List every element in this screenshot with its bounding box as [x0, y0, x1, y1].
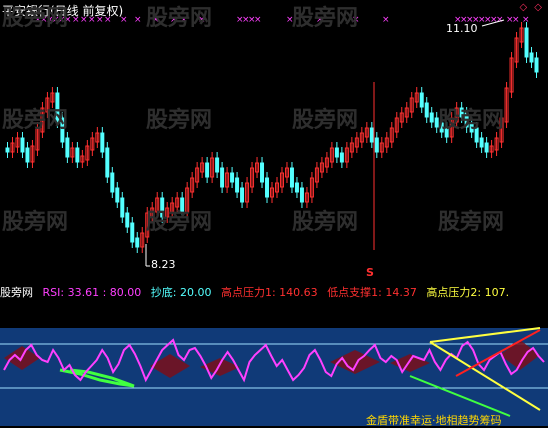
candle-body [265, 177, 270, 198]
top-right-markers: ◇ ◇ [519, 2, 544, 13]
candle-body [100, 132, 105, 153]
low-price-label: 8.23 [151, 258, 176, 271]
high-price-label: 11.10 [446, 22, 478, 35]
watermark: 股旁网 [438, 108, 505, 133]
candle-body [524, 27, 529, 58]
candle-body [75, 147, 80, 163]
candle-body [529, 52, 534, 63]
candle-body [5, 147, 10, 153]
candle-body [240, 187, 245, 203]
x-marker: × [512, 15, 520, 25]
watermark: 股旁网 [146, 6, 213, 31]
candle-body [424, 102, 429, 118]
candle-body [120, 197, 125, 218]
candle-body [25, 147, 30, 163]
candle-body [429, 112, 434, 123]
candle-body [299, 187, 304, 203]
high-pressure-1: 高点压力1: 140.63 [220, 286, 318, 299]
watermark: 股旁网 [292, 6, 359, 31]
rsi-panel [0, 327, 548, 426]
x-marker: × [522, 15, 530, 25]
watermark: 股旁网 [292, 108, 359, 133]
candle-body [235, 177, 240, 193]
candle-body [110, 172, 115, 193]
bottom-level: 抄底: 20.00 [150, 286, 212, 299]
watermark: 股旁网 [2, 210, 69, 235]
level-80: : 80.00 [102, 286, 142, 299]
candle-body [534, 57, 539, 73]
watermark: 股旁网 [438, 210, 505, 235]
candle-body [374, 137, 379, 153]
watermark: 股旁网 [2, 108, 69, 133]
candle-body [115, 187, 120, 203]
candle-body [479, 137, 484, 148]
candle-body [135, 237, 140, 248]
indicator-header: 股旁网 RSI: 33.61 : 80.00 抄底: 20.00 高点压力1: … [0, 284, 548, 300]
price-chart: ×××××× × × × × × × × × × × × ×××× × × × × ×××××××× ×× × [5, 15, 539, 267]
candle-body [20, 137, 25, 153]
candle-body [205, 162, 210, 178]
candle-body [484, 142, 489, 153]
x-marker: × [254, 15, 262, 25]
watermark: 股旁网 [292, 210, 359, 235]
x-marker: × [382, 15, 390, 25]
x-marker: × [134, 15, 142, 25]
watermark: 股旁网 [2, 6, 69, 31]
candle-body [419, 92, 424, 108]
sell-signal-mark: S [366, 266, 374, 279]
candle-body [294, 182, 299, 193]
candle-body [215, 157, 220, 173]
candle-body [339, 152, 344, 163]
low-support-1: 低点支撑1: 14.37 [327, 286, 417, 299]
candle-body [334, 147, 339, 158]
watermark: 股旁网 [146, 210, 213, 235]
candle-body [105, 147, 110, 178]
high-pressure-2: 高点压力2: 107. [426, 286, 510, 299]
candle-body [220, 167, 225, 188]
candle-body [125, 212, 130, 228]
candle-body [230, 172, 235, 183]
candle-body [260, 162, 265, 183]
candle-body [65, 137, 70, 158]
candle-body [369, 127, 374, 143]
watermark: 股旁网 [146, 108, 213, 133]
indicator-name: 股旁网 [0, 286, 33, 299]
rsi-value: RSI: 33.61 [42, 286, 100, 299]
candle-body [130, 222, 135, 243]
candle-body [289, 167, 294, 188]
